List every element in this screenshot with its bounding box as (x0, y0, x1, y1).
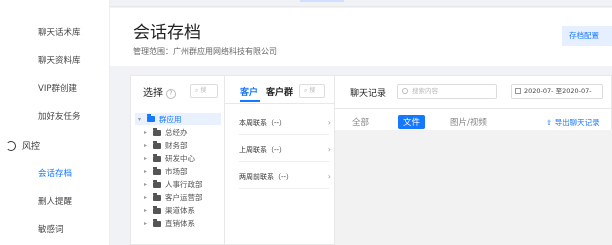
caret-right-icon: ▸ (144, 142, 148, 149)
folder-icon (153, 166, 161, 175)
divider (225, 103, 335, 104)
tree-node-label: 渠道体系 (165, 206, 195, 215)
caret-right-icon: ▸ (144, 129, 148, 136)
sidebar: 聊天话术库 聊天资料库 VIP群创建 加好友任务 风控 会话存档 删人提醒 敏感… (0, 0, 110, 245)
chevron-right-icon: › (327, 118, 331, 127)
sidebar-item-sensitive-words[interactable]: 敏感词 (38, 223, 64, 235)
tree-node-label: 人事行政部 (165, 180, 203, 189)
period-label: 本周联系（--） (239, 119, 287, 127)
org-search-input[interactable]: ⌕ 搜 (190, 84, 218, 98)
sidebar-item-chat-scripts[interactable]: 聊天话术库 (38, 26, 81, 38)
sidebar-item-delete-reminder[interactable]: 删人提醒 (38, 195, 72, 207)
caret-right-icon: ▸ (144, 168, 148, 175)
help-icon[interactable]: ? (166, 89, 176, 99)
divider (335, 108, 612, 109)
divider (239, 134, 329, 135)
folder-icon (147, 114, 155, 122)
tree-node-label: 总经办 (165, 128, 188, 137)
contact-search-input[interactable]: ⌕ 搜 (299, 84, 325, 98)
chat-panel-title: 聊天记录 (350, 89, 387, 99)
sidebar-group-label: 风控 (22, 142, 41, 152)
org-panel-title: 选择? (143, 84, 176, 99)
tree-node-label: 群应用 (159, 114, 182, 124)
divider (239, 161, 329, 162)
folder-icon (153, 179, 161, 188)
calendar-icon (515, 88, 521, 94)
org-search-placeholder: 搜 (200, 87, 207, 94)
sidebar-item-vip-group[interactable]: VIP群创建 (38, 82, 77, 94)
top-tab-indicator (300, 0, 344, 2)
period-last-week[interactable]: 上周联系（--） › (239, 145, 331, 155)
active-tab-underline (240, 100, 260, 102)
folder-icon (153, 218, 161, 227)
caret-right-icon: ▸ (144, 181, 148, 188)
tree-node[interactable]: ▸ 总经办 (144, 127, 188, 138)
folder-icon (153, 153, 161, 162)
period-label: 两周前联系（--） (239, 173, 294, 181)
tree-node-root[interactable]: ▾ 群应用 (135, 113, 221, 125)
tree-node[interactable]: ▸ 财务部 (144, 140, 188, 151)
chat-panel: 聊天记录 搜索内容 2020-07- 至2020-07- 全部 文件 图片/视频… (335, 76, 612, 245)
period-this-week[interactable]: 本周联系（--） › (239, 118, 331, 128)
folder-icon (153, 140, 161, 149)
contact-search-placeholder: 搜 (309, 87, 316, 94)
tab-customer-groups[interactable]: 客户群 (266, 85, 293, 98)
sidebar-item-add-friend-task[interactable]: 加好友任务 (38, 110, 81, 122)
date-range-picker[interactable]: 2020-07- 至2020-07- (511, 84, 603, 99)
caret-right-icon: ▸ (144, 155, 148, 162)
tree-node-label: 研发中心 (165, 154, 195, 163)
caret-right-icon: ▸ (144, 194, 148, 201)
management-scope: 管理范围：广州群应用网络科技有限公司 (133, 47, 277, 56)
tree-node[interactable]: ▸ 渠道体系 (144, 205, 195, 216)
sidebar-group-risk-control[interactable]: 风控 (6, 139, 40, 152)
tree-node-label: 财务部 (165, 141, 188, 150)
page-title: 会话存档 (133, 23, 201, 43)
export-label: 导出聊天记录 (554, 118, 600, 127)
risk-control-icon (6, 140, 16, 151)
caret-right-icon: ▸ (144, 207, 148, 214)
contact-panel: 客户 客户群 ⌕ 搜 本周联系（--） › 上周联系（--） › 两周前联系（--）… (225, 76, 335, 245)
chat-records-area (335, 130, 612, 245)
sidebar-item-chat-materials[interactable]: 聊天资料库 (38, 54, 81, 66)
tree-node-label: 直销体系 (165, 219, 195, 228)
filter-tab-files[interactable]: 文件 (398, 115, 426, 129)
tree-node[interactable]: ▸ 直销体系 (144, 218, 195, 229)
tree-node-label: 市场部 (165, 167, 188, 176)
tree-node-label: 客户运营部 (165, 193, 203, 202)
tab-customers[interactable]: 客户 (240, 85, 258, 98)
filter-tab-media[interactable]: 图片/视频 (450, 116, 487, 128)
folder-icon (153, 192, 161, 201)
search-icon (402, 88, 408, 94)
app-root: 聊天话术库 聊天资料库 VIP群创建 加好友任务 风控 会话存档 删人提醒 敏感… (0, 0, 612, 245)
archive-config-button[interactable]: 存档配置 (562, 26, 612, 46)
content-panel: 选择? ⌕ 搜 ▾ 群应用 ▸ 总经办 ▸ 财务部 ▸ 研发中心 ▸ 市场部 ▸ 人事行政部… (130, 75, 612, 245)
export-icon: ⇧ (546, 118, 553, 127)
folder-icon (153, 127, 161, 136)
divider (239, 188, 329, 189)
folder-icon (153, 205, 161, 214)
org-panel-title-text: 选择 (143, 88, 163, 99)
tree-node[interactable]: ▸ 人事行政部 (144, 179, 203, 190)
chat-search-placeholder: 搜索内容 (412, 87, 438, 95)
period-two-weeks-ago[interactable]: 两周前联系（--） › (239, 172, 331, 182)
caret-down-icon: ▾ (138, 115, 142, 123)
tree-node[interactable]: ▸ 市场部 (144, 166, 188, 177)
sidebar-item-session-archive[interactable]: 会话存档 (38, 167, 72, 179)
tree-node[interactable]: ▸ 客户运营部 (144, 192, 203, 203)
caret-right-icon: ▸ (144, 220, 148, 227)
period-label: 上周联系（--） (239, 146, 287, 154)
page-header: 会话存档 管理范围：广州群应用网络科技有限公司 存档配置 (110, 8, 612, 66)
tree-node[interactable]: ▸ 研发中心 (144, 153, 195, 164)
date-range-value: 2020-07- 至2020-07- (524, 87, 592, 95)
chevron-right-icon: › (327, 145, 331, 154)
chevron-right-icon: › (327, 172, 331, 181)
filter-tab-all[interactable]: 全部 (352, 116, 369, 128)
export-chat-button[interactable]: ⇧ 导出聊天记录 (546, 117, 600, 128)
org-panel: 选择? ⌕ 搜 ▾ 群应用 ▸ 总经办 ▸ 财务部 ▸ 研发中心 ▸ 市场部 ▸ 人事行政部… (131, 76, 225, 245)
chat-search-input[interactable]: 搜索内容 (397, 84, 497, 99)
